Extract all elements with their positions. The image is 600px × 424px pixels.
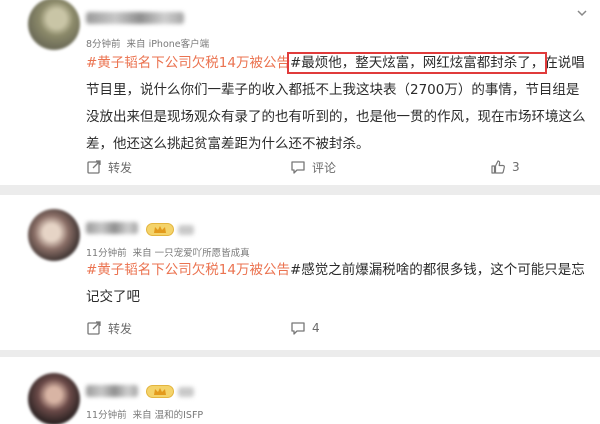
like-button[interactable]: 3 <box>490 155 520 179</box>
comment-label: 评论 <box>312 160 337 175</box>
post-meta: 11分钟前 来自 温和的ISFP <box>86 407 203 421</box>
vip-badge-blurred <box>178 225 194 235</box>
username-blurred[interactable] <box>86 385 138 397</box>
repost-button[interactable]: 转发 <box>86 316 132 340</box>
post-card: 8分钟前 来自 iPhone客户端 #黄子韬名下公司欠税14万被公告#最烦他，整天… <box>0 0 600 185</box>
comment-button[interactable]: 评论 <box>290 155 336 179</box>
username-blurred[interactable] <box>86 12 184 24</box>
vip-badge-blurred <box>178 387 194 397</box>
like-count: 3 <box>512 160 520 174</box>
post-source: 来自 温和的ISFP <box>132 410 204 421</box>
crown-icon <box>146 223 174 236</box>
avatar[interactable] <box>28 373 80 424</box>
action-bar: 转发 4 <box>0 316 600 340</box>
username-blurred[interactable] <box>86 222 138 234</box>
highlighted-text: #最烦他，整天炫富，网红炫富都封杀了， <box>286 52 548 74</box>
comment-count: 4 <box>312 321 320 335</box>
hashtag-link[interactable]: #黄子韬名下公司欠税14万被公告 <box>86 55 290 71</box>
repost-icon <box>87 160 101 174</box>
chevron-down-icon[interactable] <box>576 4 588 17</box>
avatar[interactable] <box>28 0 80 50</box>
post-time: 11分钟前 <box>86 410 127 421</box>
repost-icon <box>87 321 101 335</box>
repost-button[interactable]: 转发 <box>86 155 132 179</box>
comment-button[interactable]: 4 <box>290 316 320 340</box>
repost-label: 转发 <box>108 160 133 175</box>
like-icon <box>491 160 505 174</box>
post-card: 11分钟前 来自 一只宠爱吖所愿皆成真 #黄子韬名下公司欠税14万被公告#感觉之前… <box>0 195 600 350</box>
crown-icon <box>146 385 174 398</box>
comment-icon <box>291 322 305 335</box>
post-card: 11分钟前 来自 温和的ISFP <box>0 357 600 424</box>
post-time: 8分钟前 <box>86 39 121 50</box>
post-text: #黄子韬名下公司欠税14万被公告#最烦他，整天炫富，网红炫富都封杀了，在说唱节目… <box>86 50 586 158</box>
post-text: #黄子韬名下公司欠税14万被公告#感觉之前爆漏税啥的都很多钱，这个可能只是忘记交… <box>86 257 586 311</box>
post-source: 来自 iPhone客户端 <box>126 39 210 50</box>
comment-feed: 8分钟前 来自 iPhone客户端 #黄子韬名下公司欠税14万被公告#最烦他，整天… <box>0 0 600 424</box>
hashtag-link[interactable]: #黄子韬名下公司欠税14万被公告 <box>86 262 290 278</box>
action-bar: 转发 评论 3 <box>0 155 600 179</box>
post-meta: 8分钟前 来自 iPhone客户端 <box>86 36 209 50</box>
avatar[interactable] <box>28 209 80 261</box>
comment-icon <box>291 161 305 174</box>
repost-label: 转发 <box>108 321 133 336</box>
